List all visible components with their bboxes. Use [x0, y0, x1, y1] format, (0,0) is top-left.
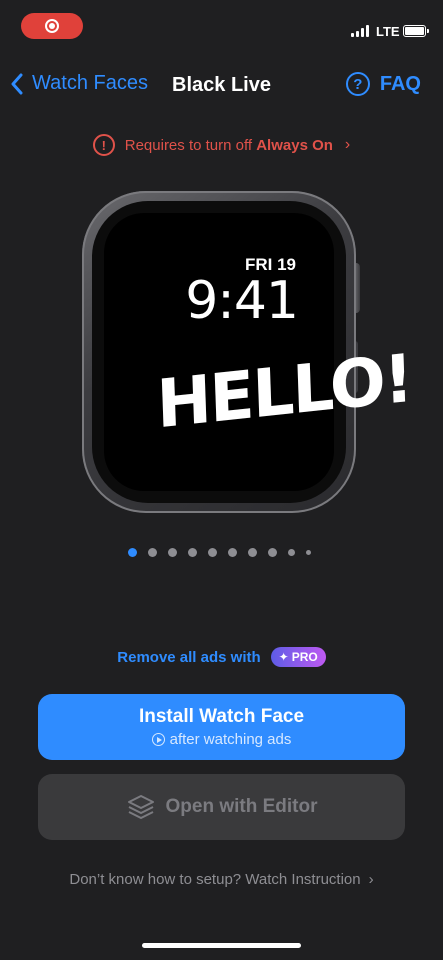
faq-label: FAQ: [379, 72, 421, 95]
warning-emphasis: Always On: [256, 136, 333, 154]
page-dot[interactable]: [306, 550, 311, 555]
screen-recording-indicator[interactable]: [21, 13, 83, 39]
chevron-left-icon: [11, 73, 23, 94]
watch-face-text: HELLO!: [155, 339, 413, 444]
layers-icon: [127, 795, 154, 819]
page-dot[interactable]: [128, 548, 137, 557]
watch-screen: FRI 19 9:41 HELLO!: [104, 213, 413, 491]
always-on-warning[interactable]: ! Requires to turn off Always On ›: [0, 134, 443, 156]
chevron-right-icon: ›: [368, 871, 374, 888]
sparkle-icon: ✦: [278, 650, 289, 664]
page-dot[interactable]: [228, 548, 237, 557]
network-type: LTE: [376, 24, 400, 39]
exclamation-circle-icon: !: [92, 134, 115, 156]
back-label: Watch Faces: [32, 72, 148, 94]
page-dot[interactable]: [288, 549, 295, 556]
page-dot[interactable]: [268, 548, 277, 557]
battery-icon: [403, 25, 429, 37]
home-indicator[interactable]: [142, 943, 301, 948]
help-text: Don’t know how to setup? Watch Instructi…: [69, 871, 361, 888]
page-dot[interactable]: [148, 548, 157, 557]
page-dot[interactable]: [248, 548, 257, 557]
page-dot[interactable]: [168, 548, 177, 557]
question-circle-icon: ?: [345, 72, 370, 96]
page-dot[interactable]: [208, 548, 217, 557]
cellular-signal-icon: [351, 25, 369, 37]
navigation-bar: Watch Faces Black Live ? FAQ: [0, 66, 443, 106]
remove-ads-text: Remove all ads with: [117, 648, 261, 666]
editor-button-label: Open with Editor: [165, 796, 318, 817]
faq-button[interactable]: ? FAQ: [345, 72, 421, 96]
install-button-subtitle: after watching ads: [151, 731, 292, 748]
warning-text: Requires to turn off: [124, 136, 253, 154]
watch-preview[interactable]: FRI 19 9:41 HELLO!: [82, 191, 413, 513]
back-button[interactable]: Watch Faces: [10, 72, 148, 95]
open-with-editor-button[interactable]: Open with Editor: [38, 774, 405, 840]
chevron-right-icon: ›: [344, 136, 351, 153]
pro-badge-label: PRO: [291, 650, 318, 664]
setup-instruction-link[interactable]: Don’t know how to setup? Watch Instructi…: [0, 871, 443, 888]
status-bar: LTE: [0, 0, 443, 50]
install-subtitle-text: after watching ads: [169, 731, 292, 748]
play-circle-icon: [151, 733, 165, 746]
install-watch-face-button[interactable]: Install Watch Face after watching ads: [38, 694, 405, 760]
record-icon: [45, 19, 59, 33]
pro-badge: ✦ PRO: [270, 647, 326, 667]
install-button-title: Install Watch Face: [138, 706, 305, 727]
page-dot[interactable]: [188, 548, 197, 557]
watch-time: 9:41: [185, 271, 299, 331]
page-indicator[interactable]: [128, 548, 311, 557]
remove-ads-link[interactable]: Remove all ads with ✦ PRO: [0, 647, 443, 667]
